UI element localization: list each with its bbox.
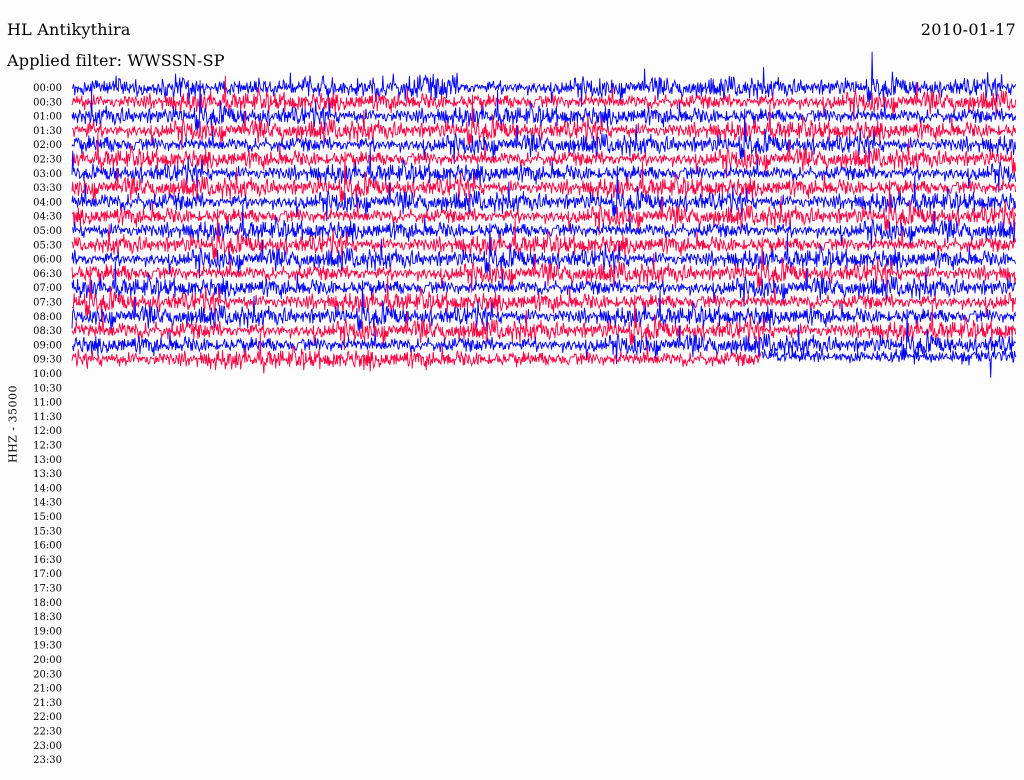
row-time-label: 19:30 [33, 641, 62, 652]
row-time-label: 10:30 [33, 383, 62, 394]
row-time-label: 08:30 [33, 326, 62, 337]
row-time-label: 13:00 [33, 455, 62, 466]
row-time-label: 02:00 [33, 140, 62, 151]
row-time-label: 21:30 [33, 698, 62, 709]
row-time-label: 15:30 [33, 526, 62, 537]
row-time-label: 00:30 [33, 97, 62, 108]
row-time-label: 18:30 [33, 612, 62, 623]
row-time-label: 05:30 [33, 240, 62, 251]
row-time-label: 10:00 [33, 369, 62, 380]
helicorder-plot: 00:00 00:30 01:00 01:30 02:00 02:30 03:00 03:30… [33, 51, 1017, 766]
row-time-label: 02:30 [33, 155, 62, 166]
row-time-label: 16:30 [33, 555, 62, 566]
row-time-label: 11:00 [33, 398, 62, 409]
row-time-label: 04:00 [33, 197, 62, 208]
row-time-label: 03:30 [33, 183, 62, 194]
row-time-label: 06:30 [33, 269, 62, 280]
row-time-label: 05:00 [33, 226, 62, 237]
trace-row-03:30 [71, 151, 1017, 204]
row-time-label: 01:00 [33, 112, 62, 123]
row-time-label: 00:00 [33, 83, 62, 94]
trace-group [71, 51, 1017, 378]
row-time-label: 22:00 [33, 712, 62, 723]
row-time-label: 14:00 [33, 483, 62, 494]
row-time-label: 03:00 [33, 169, 62, 180]
row-time-label: 21:00 [33, 684, 62, 695]
row-time-label: 01:30 [33, 126, 62, 137]
row-time-label: 12:30 [33, 441, 62, 452]
row-time-label: 23:30 [33, 755, 62, 766]
trace-row-partial [760, 348, 1017, 378]
row-time-label: 18:00 [33, 598, 62, 609]
row-time-label: 16:00 [33, 541, 62, 552]
row-time-label: 06:00 [33, 255, 62, 266]
row-time-label: 17:30 [33, 584, 62, 595]
row-time-label: 14:30 [33, 498, 62, 509]
channel-label: HHZ - 35000 [6, 384, 20, 464]
row-time-label: 08:00 [33, 312, 62, 323]
row-time-label: 11:30 [33, 412, 62, 423]
row-time-label: 13:30 [33, 469, 62, 480]
row-time-label: 07:30 [33, 298, 62, 309]
row-time-label: 09:00 [33, 340, 62, 351]
row-time-label: 04:30 [33, 212, 62, 223]
row-time-label: 19:00 [33, 626, 62, 637]
row-time-label: 12:00 [33, 426, 62, 437]
row-time-label: 07:00 [33, 283, 62, 294]
row-time-label: 23:00 [33, 741, 62, 752]
row-time-label: 15:00 [33, 512, 62, 523]
row-time-label: 22:30 [33, 727, 62, 738]
filter-label: Applied filter: WWSSN-SP [7, 51, 225, 70]
row-time-label: 20:00 [33, 655, 62, 666]
row-time-label: 17:00 [33, 569, 62, 580]
row-label-group: 00:00 00:30 01:00 01:30 02:00 02:30 03:00 03:30… [33, 83, 62, 766]
row-time-label: 20:30 [33, 669, 62, 680]
row-time-label: 09:30 [33, 355, 62, 366]
